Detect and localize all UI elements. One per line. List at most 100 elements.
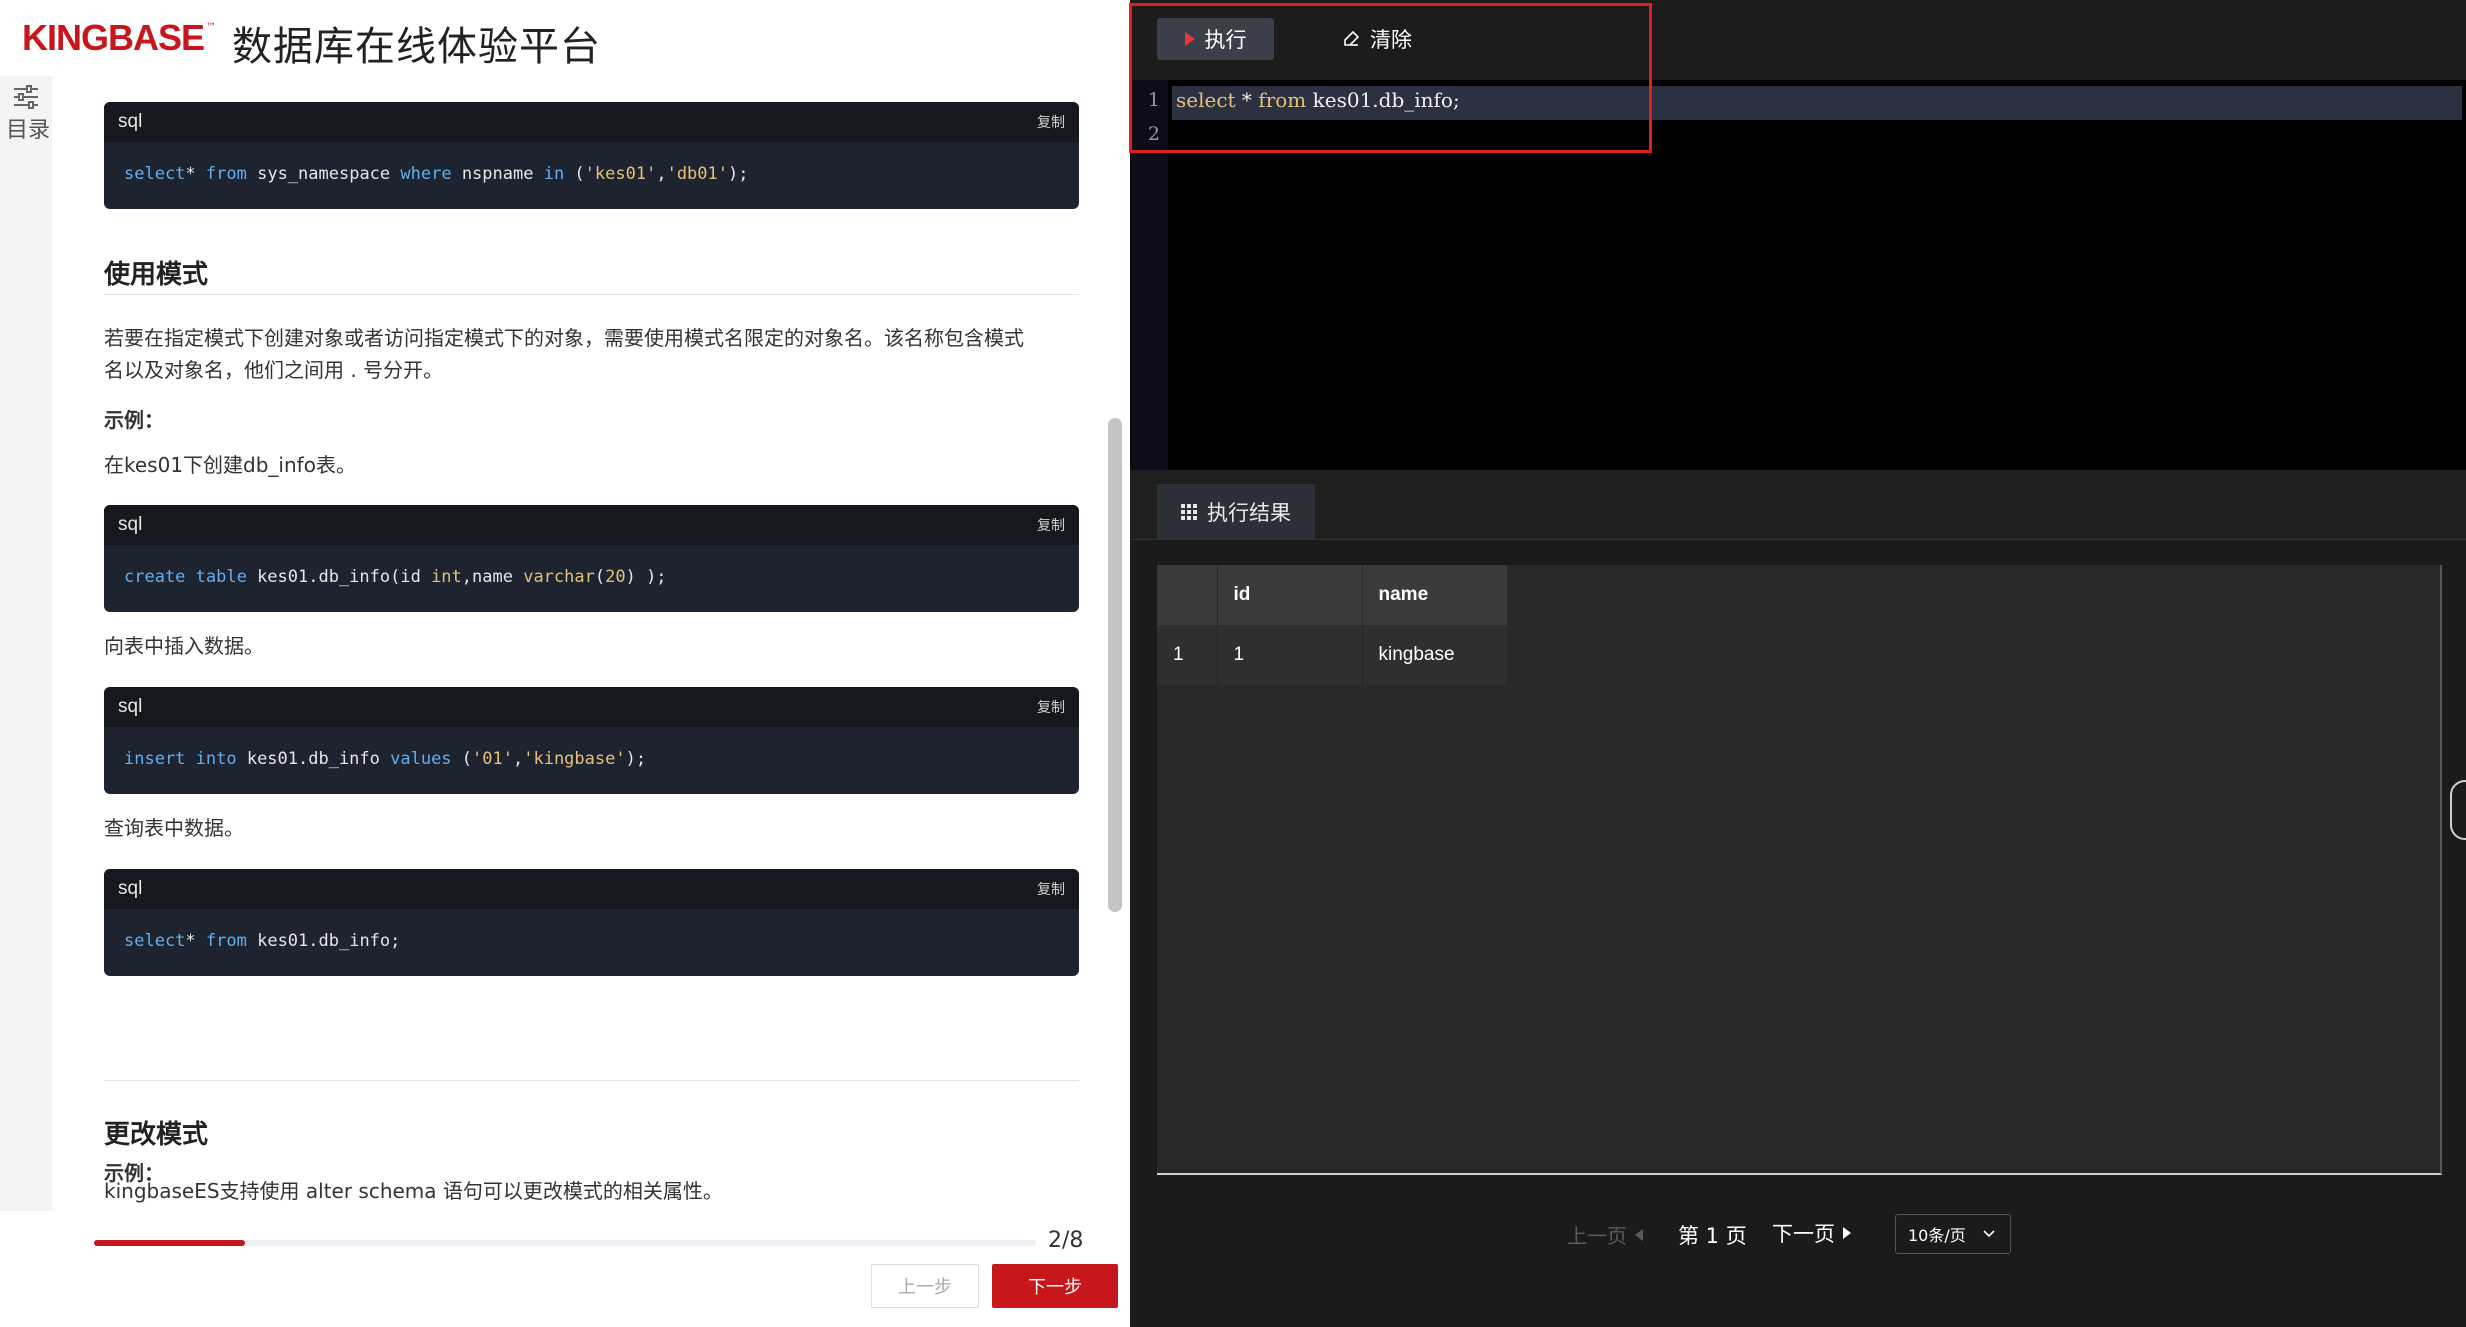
editor-token: select (1176, 88, 1236, 112)
code-text: select* from sys_namespace where nspname… (104, 142, 1079, 184)
code-text: create table kes01.db_info(id int,name v… (104, 545, 1079, 587)
copy-button[interactable]: 复制 (1037, 697, 1065, 717)
code-token: from (205, 164, 247, 184)
code-token: select (124, 931, 186, 951)
code-token: kes01.db_info(id (246, 567, 432, 587)
code-token: * (185, 931, 206, 951)
code-block: sql 复制 insert into kes01.db_info values … (104, 687, 1079, 794)
section-divider (104, 294, 1079, 295)
section-heading: 使用模式 (104, 260, 209, 290)
code-token: nspname (451, 164, 544, 184)
caret-right-icon (1843, 1227, 1851, 1239)
editor-code-line[interactable]: select * from kes01.db_info; (1176, 88, 1460, 112)
code-token: kes01.db_info (236, 749, 391, 769)
code-token: 'kingbase' (523, 749, 626, 769)
progress-bar (94, 1240, 1036, 1246)
code-token: create table (124, 567, 247, 587)
code-token: 20 (605, 567, 626, 587)
tab-results-label: 执行结果 (1207, 501, 1291, 525)
table-header-row: id name (1157, 565, 1508, 625)
column-header-rownum (1157, 565, 1218, 625)
page-size-select[interactable]: 10条/页 (1895, 1214, 2011, 1254)
code-token: where (400, 164, 452, 184)
code-token: 'db01' (666, 164, 728, 184)
grid-icon (1181, 504, 1197, 520)
column-header-name[interactable]: name (1362, 565, 1508, 625)
column-header-id[interactable]: id (1217, 565, 1363, 625)
code-text: insert into kes01.db_info values ('01','… (104, 727, 1079, 769)
paragraph-line: 若要在指定模式下创建对象或者访问指定模式下的对象，需要使用模式名限定的对象名。该… (104, 326, 1024, 350)
app-header: KINGBASE ™ 数据库在线体验平台 (0, 0, 1130, 76)
line-number: 1 (1147, 89, 1160, 111)
section-heading: 更改模式 (104, 1120, 209, 1150)
table-cell[interactable]: 1 (1217, 625, 1363, 685)
code-token: 'kes01' (584, 164, 657, 184)
kingbase-logo: KINGBASE ™ (22, 17, 217, 58)
pagination: 上一页 第 1 页 下一页 10条/页 (1130, 1210, 2466, 1258)
sql-editor[interactable]: 1 2 select * from kes01.db_info; (1130, 80, 2466, 470)
code-token: , (512, 749, 524, 769)
tab-results[interactable]: 执行结果 (1157, 484, 1315, 540)
code-block-header: sql 复制 (104, 869, 1079, 909)
code-lang: sql (118, 696, 143, 717)
next-step-button[interactable]: 下一步 (992, 1264, 1118, 1308)
table-cell[interactable]: kingbase (1362, 625, 1508, 685)
code-token: from (205, 931, 247, 951)
prev-page-button[interactable]: 上一页 (1567, 1220, 1643, 1249)
code-token: ( (594, 567, 606, 587)
scrollbar-thumb[interactable] (1108, 418, 1122, 912)
code-token: ,name (461, 567, 524, 587)
code-lang: sql (118, 111, 143, 132)
code-block-header: sql 复制 (104, 505, 1079, 545)
prev-page-label: 上一页 (1567, 1224, 1627, 1248)
progress-fill (94, 1240, 245, 1246)
example-label: 示例： (104, 408, 164, 432)
sql-workspace: 执行 清除 1 2 select * from kes01.db_info; 执… (1130, 0, 2466, 1327)
paragraph-line: 名以及对象名，他们之间用 . 号分开。 (104, 358, 444, 382)
clear-label: 清除 (1370, 28, 1412, 52)
toc-rail[interactable] (0, 76, 52, 1211)
code-lang: sql (118, 514, 143, 535)
tutorial-footer: 2/8 上一步 下一步 (0, 1211, 1130, 1327)
table-row: 1 1 kingbase (1157, 625, 1508, 685)
code-token: select (124, 164, 186, 184)
code-token: int (431, 567, 462, 587)
panel-edge-handle[interactable] (2450, 780, 2466, 840)
copy-button[interactable]: 复制 (1037, 112, 1065, 132)
current-page: 第 1 页 (1678, 1224, 1747, 1248)
code-block: sql 复制 select* from sys_namespace where … (104, 102, 1079, 209)
code-token: ( (564, 164, 585, 184)
section-divider (104, 1080, 1079, 1081)
section-paragraph: kingbaseES支持使用 alter schema 语句可以更改模式的相关属… (104, 1179, 723, 1203)
eraser-icon (1344, 30, 1360, 46)
results-tabbar: 执行结果 (1130, 470, 2466, 540)
code-token: insert into (124, 749, 237, 769)
copy-button[interactable]: 复制 (1037, 515, 1065, 535)
code-token: ( (451, 749, 473, 769)
content-scrollbar[interactable] (1108, 76, 1122, 1211)
toc-label[interactable]: 目录 (6, 112, 50, 144)
code-token: ) ); (625, 567, 667, 587)
code-token: ); (625, 749, 647, 769)
copy-button[interactable]: 复制 (1037, 879, 1065, 899)
logo-trademark: ™ (206, 22, 217, 33)
tutorial-panel: KINGBASE ™ 数据库在线体验平台 目录 sql 复制 select* f… (0, 0, 1130, 1327)
step-text: 向表中插入数据。 (104, 634, 264, 658)
code-token: * (185, 164, 206, 184)
editor-token: * (1235, 88, 1259, 112)
logo-text: KINGBASE (22, 17, 205, 58)
next-page-button[interactable]: 下一页 (1772, 1218, 1851, 1248)
editor-token: kes01.db_info; (1306, 88, 1460, 112)
prev-step-button[interactable]: 上一步 (871, 1264, 979, 1308)
code-token: values (390, 749, 452, 769)
code-block-header: sql 复制 (104, 687, 1079, 727)
platform-title: 数据库在线体验平台 (232, 24, 601, 70)
line-gutter: 1 2 (1130, 80, 1168, 470)
code-text: select* from kes01.db_info; (104, 909, 1079, 951)
run-button[interactable]: 执行 (1157, 18, 1274, 60)
sliders-icon[interactable] (12, 84, 40, 110)
clear-button[interactable]: 清除 (1322, 18, 1432, 60)
code-token: kes01.db_info; (246, 931, 401, 951)
tutorial-content: sql 复制 select* from sys_namespace where … (52, 76, 1104, 1211)
code-token: sys_namespace (246, 164, 401, 184)
